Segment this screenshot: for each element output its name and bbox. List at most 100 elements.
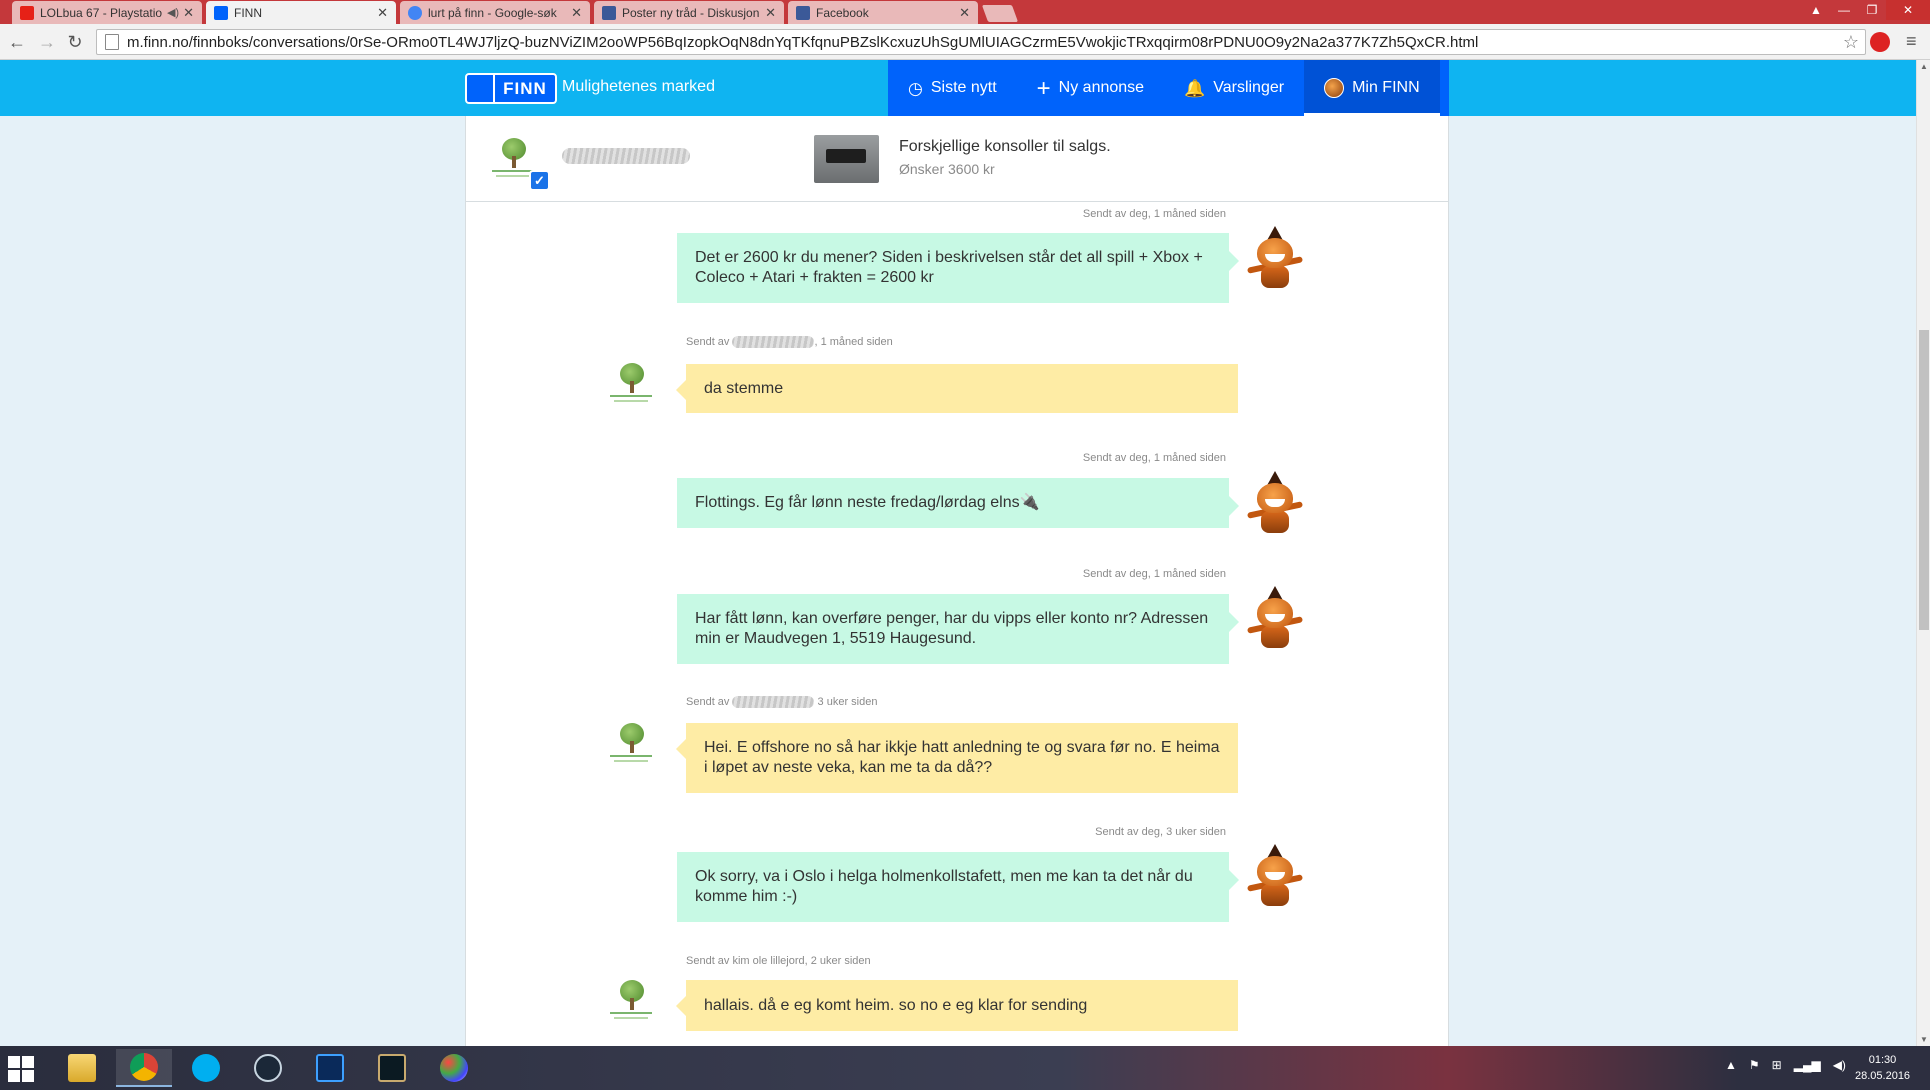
meta-prefix: Sendt av bbox=[686, 696, 730, 708]
message-text: Det er 2600 kr du mener? Siden i beskriv… bbox=[695, 249, 1203, 286]
tree-trunk bbox=[630, 998, 634, 1010]
listing-thumbnail[interactable] bbox=[814, 135, 879, 183]
windows-icon[interactable]: ⊞ bbox=[1772, 1058, 1782, 1072]
listing-title[interactable]: Forskjellige konsoller til salgs. bbox=[899, 138, 1111, 156]
plus-icon: + bbox=[1036, 74, 1051, 102]
message-bubble-received: hallais. då e eg komt heim. so no e eg k… bbox=[676, 980, 1238, 1031]
start-pane bbox=[22, 1070, 34, 1082]
my-avatar bbox=[1243, 844, 1307, 908]
tab-forum[interactable]: Poster ny tråd - Diskusjon ✕ bbox=[594, 1, 784, 24]
back-icon[interactable]: ← bbox=[6, 31, 28, 53]
tab-label: lurt på finn - Google-søk bbox=[428, 5, 557, 20]
browser-tab-strip: LOLbua 67 - Playstatio ◀) ✕ FINN ✕ lurt … bbox=[0, 0, 1930, 24]
tab-facebook[interactable]: Facebook ✕ bbox=[788, 1, 978, 24]
my-avatar bbox=[1243, 586, 1307, 650]
flag-icon[interactable]: ⚑ bbox=[1749, 1058, 1760, 1072]
start-pane bbox=[22, 1056, 34, 1068]
avatar-body bbox=[1261, 511, 1289, 533]
start-pane bbox=[8, 1070, 20, 1082]
scroll-up-icon[interactable]: ▲ bbox=[1920, 62, 1928, 71]
message-bubble-received: Hei. E offshore no så har ikkje hatt anl… bbox=[676, 723, 1238, 793]
redacted-seller-name bbox=[562, 148, 690, 164]
close-tab-icon[interactable]: ✕ bbox=[959, 5, 970, 21]
finn-icon bbox=[214, 5, 228, 20]
nav-varslinger[interactable]: 🔔 Varslinger bbox=[1164, 60, 1304, 116]
battlenet-icon[interactable] bbox=[302, 1049, 358, 1087]
window-controls: ▲ — ❐ ✕ bbox=[1802, 0, 1930, 20]
bookmark-star-icon[interactable]: ☆ bbox=[1843, 32, 1859, 53]
avatar-icon bbox=[1324, 78, 1345, 98]
tab-label: FINN bbox=[234, 5, 262, 20]
new-tab-button[interactable] bbox=[981, 5, 1019, 22]
tree-trunk bbox=[630, 741, 634, 753]
message-bubble-sent: Ok sorry, va i Oslo i helga holmenkollst… bbox=[677, 852, 1239, 922]
logo-line bbox=[610, 395, 652, 397]
scroll-down-icon[interactable]: ▼ bbox=[1920, 1035, 1928, 1044]
listing-price: Ønsker 3600 kr bbox=[899, 161, 995, 177]
nav-ny-annonse[interactable]: + Ny annonse bbox=[1017, 60, 1164, 116]
seller-avatar[interactable] bbox=[606, 359, 656, 409]
windows-start-icon[interactable] bbox=[8, 1056, 36, 1082]
tab-finn[interactable]: FINN ✕ bbox=[206, 1, 396, 24]
minimize-icon[interactable]: — bbox=[1830, 0, 1858, 20]
message-meta: Sendt av , 1 måned siden bbox=[686, 336, 893, 349]
console-image bbox=[826, 149, 866, 163]
google-icon bbox=[408, 5, 422, 20]
conversation-header: ✓ Forskjellige konsoller til salgs. Ønsk… bbox=[466, 116, 1448, 202]
site-tagline: Mulighetenes marked bbox=[562, 78, 715, 95]
menu-icon[interactable]: ≡ bbox=[1906, 32, 1920, 50]
close-tab-icon[interactable]: ✕ bbox=[183, 5, 194, 21]
avatar-face bbox=[1257, 856, 1293, 886]
maximize-icon[interactable]: ❐ bbox=[1858, 0, 1886, 20]
message-bubble-received: da stemme bbox=[676, 364, 1238, 413]
nav-min-finn[interactable]: Min FINN bbox=[1304, 60, 1440, 116]
message-text: Har fått lønn, kan overføre penger, har … bbox=[695, 610, 1209, 647]
seller-avatar[interactable] bbox=[606, 719, 656, 769]
meta-suffix: , 1 måned siden bbox=[814, 336, 893, 348]
avatar-body bbox=[1261, 266, 1289, 288]
paint-icon[interactable] bbox=[426, 1049, 482, 1087]
reload-icon[interactable]: ↻ bbox=[64, 31, 86, 53]
speaker-icon[interactable]: ◀) bbox=[167, 6, 179, 19]
tab-label: LOLbua 67 - Playstatio bbox=[40, 5, 163, 20]
close-tab-icon[interactable]: ✕ bbox=[765, 5, 776, 21]
network-icon[interactable]: ▂▄▆ bbox=[1794, 1058, 1821, 1072]
close-tab-icon[interactable]: ✕ bbox=[571, 5, 582, 21]
league-of-legends-icon[interactable] bbox=[364, 1049, 420, 1087]
steam-icon[interactable] bbox=[240, 1049, 296, 1087]
tree-trunk bbox=[512, 156, 516, 168]
close-window-icon[interactable]: ✕ bbox=[1886, 0, 1930, 20]
volume-icon[interactable]: ◀) bbox=[1833, 1058, 1846, 1072]
battlenet-glyph bbox=[316, 1054, 344, 1082]
user-icon[interactable]: ▲ bbox=[1802, 0, 1830, 20]
tab-label: Poster ny tråd - Diskusjon bbox=[622, 5, 760, 20]
scrollbar-thumb[interactable] bbox=[1919, 330, 1929, 630]
seller-avatar[interactable] bbox=[606, 976, 656, 1026]
redacted-sender-name bbox=[732, 696, 815, 709]
message-meta: Sendt av deg, 3 uker siden bbox=[1095, 826, 1226, 838]
url-text[interactable]: m.finn.no/finnboks/conversations/0rSe-OR… bbox=[127, 34, 1478, 51]
forward-icon[interactable]: → bbox=[36, 31, 58, 53]
file-explorer-icon[interactable] bbox=[54, 1049, 110, 1087]
chrome-icon[interactable] bbox=[116, 1049, 172, 1087]
nav-label: Varslinger bbox=[1213, 79, 1285, 96]
close-tab-icon[interactable]: ✕ bbox=[377, 5, 388, 21]
my-avatar bbox=[1243, 471, 1307, 535]
nav-siste-nytt[interactable]: ◷ Siste nytt bbox=[888, 60, 1017, 116]
page-scrollbar[interactable]: ▲ ▼ bbox=[1916, 60, 1930, 1046]
tab-youtube[interactable]: LOLbua 67 - Playstatio ◀) ✕ bbox=[12, 1, 202, 24]
system-clock[interactable]: 01:30 28.05.2016 bbox=[1855, 1052, 1910, 1084]
verified-check-icon: ✓ bbox=[529, 170, 550, 191]
forum-icon bbox=[602, 5, 616, 20]
address-bar[interactable]: m.finn.no/finnboks/conversations/0rSe-OR… bbox=[96, 29, 1866, 55]
skype-icon[interactable] bbox=[178, 1049, 234, 1087]
extension-icon[interactable] bbox=[1870, 32, 1890, 52]
finn-logo[interactable]: FINN bbox=[465, 73, 557, 104]
meta-suffix: 3 uker siden bbox=[814, 696, 878, 708]
show-hidden-icons-icon[interactable]: ▲ bbox=[1725, 1058, 1737, 1072]
tab-google[interactable]: lurt på finn - Google-søk ✕ bbox=[400, 1, 590, 24]
nav-label: Siste nytt bbox=[930, 79, 997, 96]
message-meta: Sendt av deg, 1 måned siden bbox=[1082, 452, 1226, 464]
message-meta: Sendt av deg, 1 måned siden bbox=[1082, 208, 1226, 220]
message-text: Flottings. Eg får lønn neste fredag/lørd… bbox=[695, 494, 1040, 511]
